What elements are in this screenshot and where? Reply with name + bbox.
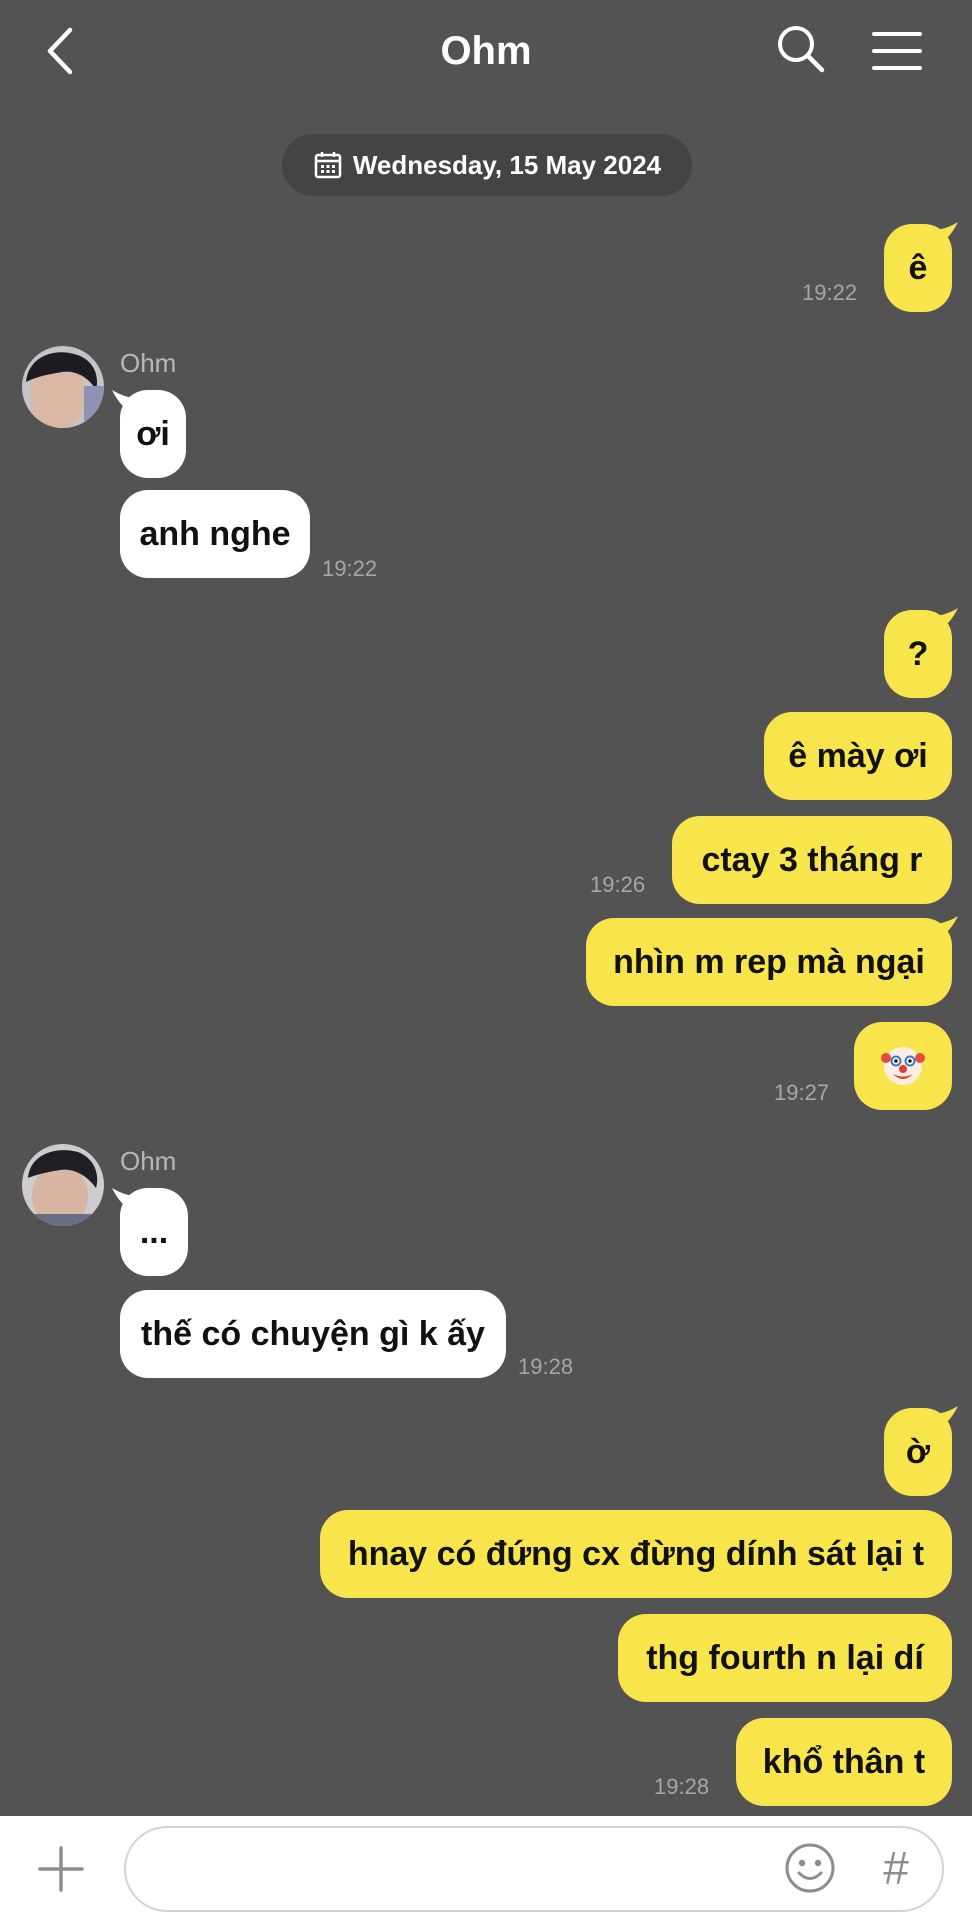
back-button[interactable] [40, 26, 84, 76]
avatar[interactable] [22, 346, 104, 428]
hashtag-button[interactable]: # [874, 1842, 918, 1894]
message-time: 19:28 [654, 1774, 710, 1799]
my-message-bubble[interactable]: ê mày ơi [764, 712, 952, 800]
bubble-tail [932, 1406, 958, 1430]
my-message-bubble[interactable]: hnay có đứng cx đừng dính sát lại t [320, 1510, 952, 1598]
plus-icon [38, 1846, 84, 1892]
message-text: ờ [905, 1432, 931, 1471]
search-button[interactable] [776, 24, 826, 74]
message-text: khổ thân t [762, 1742, 926, 1781]
bubble-tail [932, 608, 958, 632]
chat-header: Ohm [0, 0, 972, 104]
message-time: 19:26 [590, 872, 646, 897]
message-text: hnay có đứng cx đừng dính sát lại t [347, 1534, 925, 1573]
bubble-tail [932, 222, 958, 246]
menu-icon [872, 32, 922, 70]
message-text: ê [908, 248, 928, 287]
sender-name: Ohm [120, 1146, 177, 1176]
my-message-bubble[interactable]: ctay 3 tháng r [672, 816, 952, 904]
composer-bar: # [0, 1816, 972, 1920]
sender-name: Ohm [120, 348, 177, 378]
date-divider: Wednesday, 15 May 2024 [282, 134, 692, 196]
my-message-bubble[interactable] [854, 1022, 952, 1110]
message-text: thg fourth n lại dí [646, 1638, 924, 1677]
message-text: nhìn m rep mà ngại [613, 942, 925, 981]
their-message-bubble[interactable]: ... [120, 1188, 188, 1276]
message-time: 19:28 [518, 1354, 574, 1379]
menu-button[interactable] [870, 26, 924, 76]
my-message-bubble[interactable]: thg fourth n lại dí [618, 1614, 952, 1702]
message-text: ? [907, 634, 929, 673]
message-text: anh nghe [139, 514, 291, 553]
date-text: Wednesday, 15 May 2024 [352, 149, 662, 180]
emoji-icon [785, 1843, 835, 1893]
my-message-bubble[interactable]: nhìn m rep mà ngại [586, 918, 952, 1006]
their-message-bubble[interactable]: thế có chuyện gì k ấy [120, 1290, 506, 1378]
message-time: 19:27 [774, 1080, 830, 1105]
search-icon [778, 26, 825, 73]
message-text: ơi [136, 414, 170, 453]
emoji-button[interactable] [784, 1842, 836, 1894]
clown-face-icon [881, 1047, 925, 1085]
chat-title: Ohm [440, 29, 532, 73]
message-text: ctay 3 tháng r [701, 840, 923, 879]
their-message-bubble[interactable]: anh nghe [120, 490, 310, 578]
message-text: ... [139, 1212, 169, 1251]
bubble-tail [932, 916, 958, 940]
avatar[interactable] [22, 1144, 104, 1226]
their-message-bubble[interactable]: ơi [120, 390, 186, 478]
message-time: 19:22 [322, 556, 378, 581]
message-input-container[interactable]: # [124, 1826, 944, 1912]
calendar-icon [314, 152, 342, 179]
my-message-bubble[interactable]: khổ thân t [736, 1718, 952, 1806]
message-time: 19:22 [802, 280, 858, 305]
message-text: ê mày ơi [788, 736, 928, 775]
message-text: thế có chuyện gì k ấy [141, 1314, 485, 1353]
message-input[interactable] [150, 1846, 774, 1894]
back-arrow-icon [47, 27, 73, 75]
add-attachment-button[interactable] [38, 1846, 84, 1892]
